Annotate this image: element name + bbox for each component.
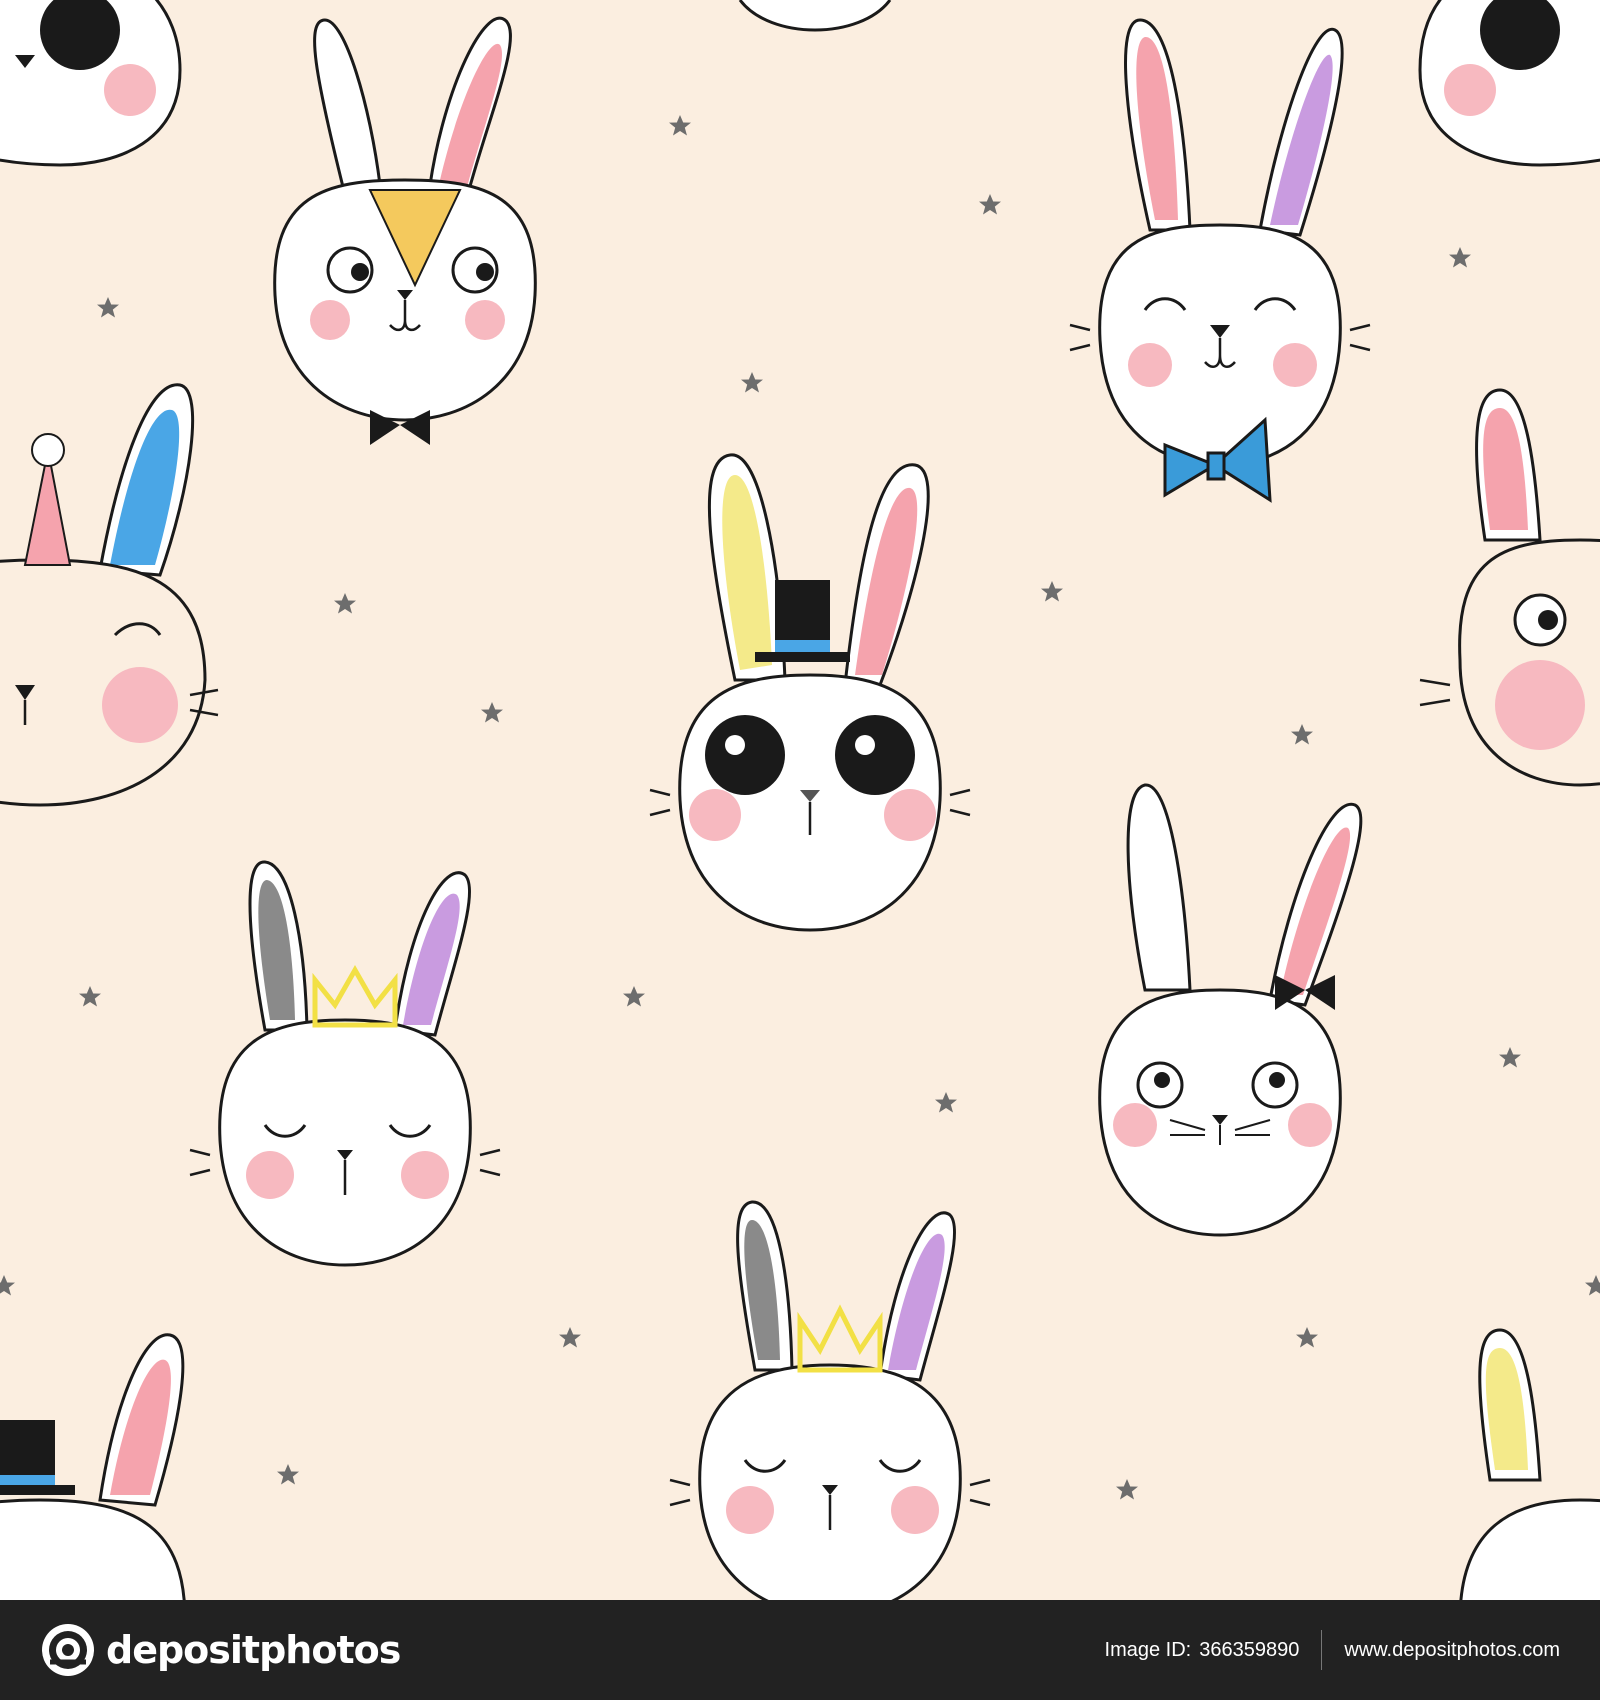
- camera-icon: [42, 1624, 94, 1676]
- brand-logo[interactable]: depositphotos: [40, 1622, 401, 1678]
- bunny-pattern-artwork: [0, 0, 1600, 1600]
- image-id-label: Image ID:: [1104, 1638, 1192, 1661]
- bunny-partial-bottom-right: [1459, 1328, 1600, 1600]
- bunny-partial-top-left: [0, 0, 182, 167]
- image-meta: Image ID: 366359890 www.depositphotos.co…: [1105, 1600, 1560, 1700]
- bunny-crown-bottom: [669, 1200, 991, 1600]
- bunny-triangle-bowtie: [273, 16, 537, 445]
- brand-name: depositphotos: [106, 1628, 401, 1672]
- bunny-blue-bowtie: [1069, 18, 1371, 503]
- pattern-svg: [0, 0, 1600, 1600]
- bunny-black-bow: [1098, 783, 1363, 1237]
- bunny-partial-right-middle: [1419, 388, 1600, 787]
- meta-divider: [1321, 1630, 1323, 1670]
- image-id-value: 366359890: [1199, 1638, 1300, 1661]
- website-link[interactable]: www.depositphotos.com: [1344, 1639, 1560, 1662]
- bunny-top-hat: [649, 453, 971, 932]
- bunny-partial-top-center: [738, 0, 892, 32]
- bunny-crown-left: [189, 860, 501, 1267]
- stock-footer-bar: depositphotos Image ID: 366359890 www.de…: [0, 1600, 1600, 1700]
- bunny-top-hat-bottom-left: [0, 1333, 186, 1600]
- bunny-partial-top-right: [1418, 0, 1600, 167]
- bunny-party-hat-left: [0, 383, 219, 807]
